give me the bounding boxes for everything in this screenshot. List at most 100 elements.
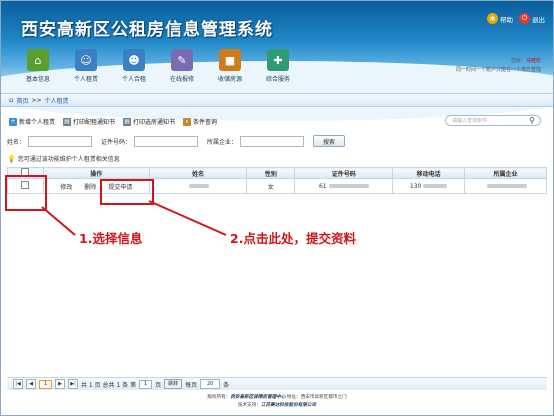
- breadcrumb-current[interactable]: 个人租赁: [45, 96, 69, 105]
- redacted-company: [486, 184, 527, 188]
- breadcrumb-home[interactable]: 首页: [16, 96, 28, 105]
- company-cell: [464, 178, 547, 194]
- login-note: 同一时间一个账户只能在一个地方登陆: [455, 67, 541, 73]
- current-page-badge[interactable]: 1: [39, 379, 52, 389]
- nav-item-basic-info[interactable]: ⌂ 基本信息: [17, 49, 59, 83]
- search-icon[interactable]: ⚲: [529, 116, 535, 125]
- user-name: 马桂珍: [525, 58, 541, 64]
- nav-label: 个人合租: [121, 76, 146, 83]
- phone-cell: 130: [392, 178, 466, 194]
- footer-copyright-label: 版权所有：: [207, 395, 231, 400]
- company-field[interactable]: [240, 135, 305, 147]
- pagination-bar: |◀ ◀ 1 ▶ ▶| 共 1 页 总共 1 条 第 1 页 跳转 每页 20 …: [7, 377, 547, 390]
- page-number-input[interactable]: 1: [139, 379, 153, 389]
- header-banner: 西安高新区公租房信息管理系统 ✱ 帮助 ⏻ 退出 ⌂ 基本信息 ☺ 个人租赁 ☻: [1, 1, 553, 121]
- add-rental-button[interactable]: + 新增个人租赁: [9, 117, 55, 126]
- search-placeholder: 请输入查询条件: [452, 118, 488, 124]
- footer-org: 西安高新区保障房管理中心: [230, 395, 286, 400]
- prev-page-button[interactable]: ◀: [26, 379, 36, 389]
- column-header: 操作: [42, 167, 150, 179]
- home-icon: ⌂: [9, 96, 14, 104]
- print-icon: ▤: [123, 117, 132, 126]
- column-header: 证件号码: [294, 167, 394, 179]
- delete-link[interactable]: 删除: [84, 184, 96, 191]
- column-header: 移动电话: [392, 167, 466, 179]
- book-icon: ■: [219, 49, 241, 71]
- per-page-unit: 条: [223, 381, 230, 389]
- table-header-row: 操作 姓名 性别 证件号码 移动电话 所属企业: [7, 167, 547, 179]
- search-button[interactable]: 搜索: [313, 135, 346, 147]
- column-header: 性别: [246, 167, 296, 179]
- service-icon: ✚: [267, 49, 289, 71]
- id-field[interactable]: [134, 135, 199, 147]
- callout-line-2: [148, 200, 227, 236]
- go-button[interactable]: 跳转: [164, 379, 183, 389]
- nav-item-services[interactable]: ✚ 综合服务: [257, 49, 299, 83]
- print-selection-button[interactable]: ▤ 打印选房通知书: [123, 117, 175, 126]
- user-icon: ☺: [75, 49, 97, 71]
- toolbar-label: 新增个人租赁: [19, 119, 56, 126]
- nav-label: 基本信息: [25, 76, 50, 83]
- first-page-button[interactable]: |◀: [13, 379, 23, 389]
- quick-search-input[interactable]: 请输入查询条件 ⚲: [445, 115, 541, 126]
- name-label: 姓名：: [7, 138, 26, 146]
- print-allocation-button[interactable]: ▤ 打印配租通知书: [63, 117, 115, 126]
- next-page-button[interactable]: ▶: [55, 379, 65, 389]
- footer-support-label: 技术支持：: [237, 403, 261, 408]
- footer: 版权所有：西安高新区保障房管理中心 地址：西安市高新区都市之门 技术支持：江苏赛…: [1, 394, 553, 410]
- breadcrumb: ⌂ 首页 >> 个人租赁: [1, 93, 553, 107]
- greeting-text: 您好：: [510, 58, 526, 64]
- nav-label: 综合服务: [265, 76, 290, 83]
- footer-address: 地址：西安市高新区都市之门: [286, 395, 347, 400]
- last-page-button[interactable]: ▶|: [68, 379, 78, 389]
- name-cell: [148, 178, 248, 194]
- nav-item-shared-rent[interactable]: ☻ 个人合租: [113, 49, 155, 83]
- users-icon: ☻: [123, 49, 145, 71]
- toolbar-label: 打印配租通知书: [73, 119, 116, 126]
- magnifier-icon: ⌕: [183, 117, 192, 126]
- info-tip: 💡 您可通过该功能维护个人租赁相关信息: [7, 154, 120, 164]
- footer-support-org: 江苏赛达科技股份有限公司: [260, 403, 317, 408]
- help-icon: ✱: [487, 13, 498, 24]
- per-page-select[interactable]: 20: [200, 379, 221, 389]
- column-header: 姓名: [148, 167, 248, 179]
- gender-cell: 女: [246, 178, 296, 194]
- nav-item-personal-rent[interactable]: ☺ 个人租赁: [65, 49, 107, 83]
- company-label: 所属企业：: [207, 138, 238, 146]
- id-number-prefix: 61: [318, 182, 327, 190]
- logout-link[interactable]: ⏻ 退出: [519, 13, 545, 24]
- nav-item-repair[interactable]: ✎ 在线报修: [161, 49, 203, 83]
- callout-step-2: 2.点击此处，提交资料: [230, 231, 356, 246]
- id-number-cell: 61: [294, 178, 394, 194]
- tip-text: 您可通过该功能维护个人租赁相关信息: [17, 156, 120, 163]
- edit-link[interactable]: 修改: [60, 184, 72, 191]
- app-window: 西安高新区公租房信息管理系统 ✱ 帮助 ⏻ 退出 ⌂ 基本信息 ☺ 个人租赁 ☻: [0, 0, 554, 416]
- callout-step-1: 1.选择信息: [79, 231, 143, 246]
- nav-item-housing-stock[interactable]: ■ 收储房源: [209, 49, 251, 83]
- print-icon: ▤: [63, 117, 72, 126]
- add-icon: +: [9, 117, 17, 126]
- name-field[interactable]: [28, 135, 93, 147]
- callout-box-submit: [100, 179, 154, 205]
- wrench-icon: ✎: [171, 49, 193, 71]
- lightbulb-icon: 💡: [7, 154, 16, 163]
- app-title: 西安高新区公租房信息管理系统: [21, 20, 273, 40]
- page-unit: 页: [155, 381, 162, 389]
- nav-label: 个人租赁: [73, 76, 98, 83]
- phone-prefix: 130: [409, 182, 422, 190]
- redacted-name: [189, 184, 210, 188]
- help-label: 帮助: [500, 15, 513, 24]
- toolbar-label: 条件查询: [193, 119, 218, 126]
- welcome-panel: 您好：马桂珍 同一时间一个账户只能在一个地方登陆: [456, 57, 541, 75]
- per-page-label: 每页: [185, 381, 198, 389]
- callout-box-checkbox: [5, 175, 47, 211]
- rental-table: 操作 姓名 性别 证件号码 移动电话 所属企业 修改 删除 提交申请 女 61 …: [7, 167, 547, 194]
- help-link[interactable]: ✱ 帮助: [487, 13, 513, 24]
- power-icon: ⏻: [519, 13, 530, 24]
- redacted-id: [328, 184, 369, 188]
- toolbar-label: 打印选房通知书: [133, 119, 176, 126]
- advanced-search-button[interactable]: ⌕ 条件查询: [183, 117, 217, 126]
- logout-label: 退出: [532, 15, 545, 24]
- filter-bar: 姓名： 证件号码： 所属企业： 搜索: [1, 134, 553, 148]
- table-row[interactable]: 修改 删除 提交申请 女 61 130: [7, 178, 547, 194]
